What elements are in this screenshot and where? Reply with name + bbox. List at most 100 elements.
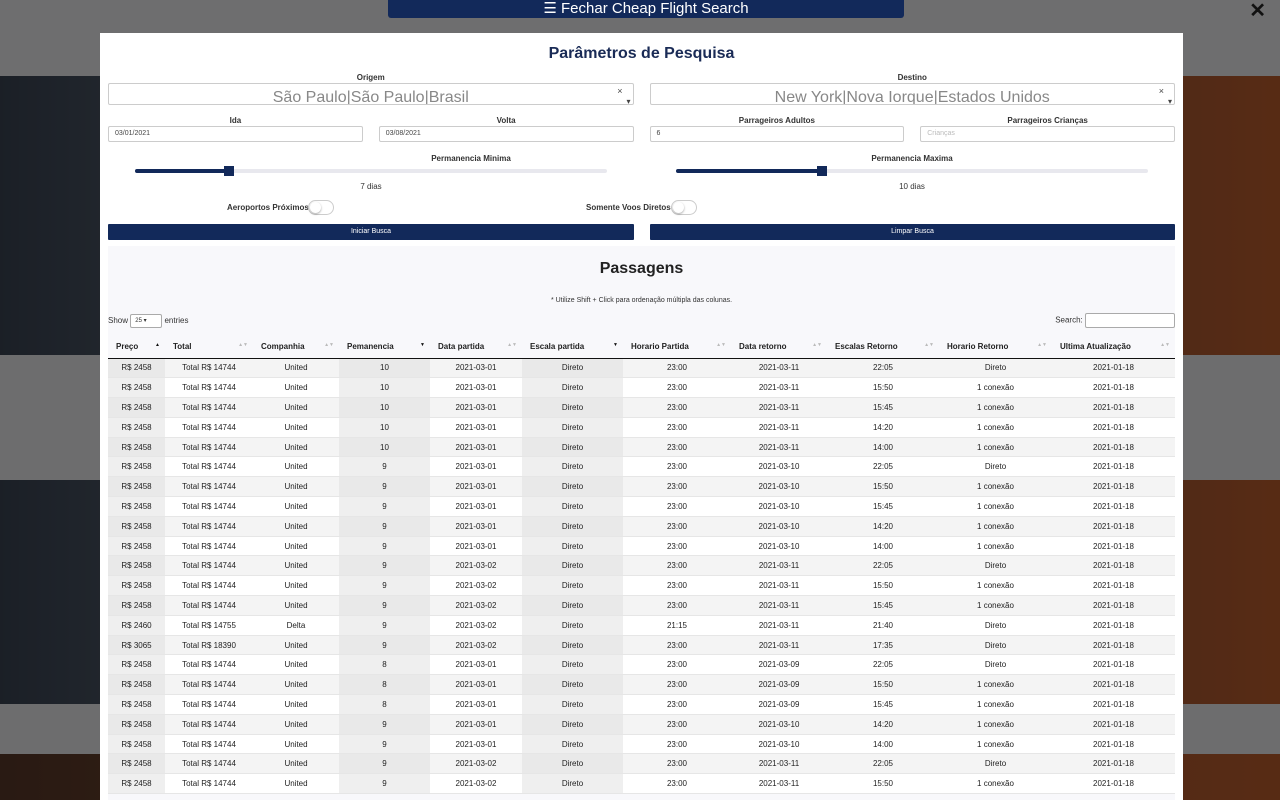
table-row[interactable]: R$ 2458 Total R$ 14744 United 9 2021-03-02 Di… [108, 595, 1175, 616]
criancas-input[interactable]: Crianças [920, 126, 1175, 142]
table-cell: 2021-03-02 [430, 595, 522, 616]
table-cell: 8 [339, 654, 430, 676]
table-cell: 21:40 [827, 615, 939, 636]
table-row[interactable]: R$ 2458 Total R$ 14744 United 9 2021-03-02 Di… [108, 575, 1175, 597]
slider-handle[interactable] [817, 166, 828, 176]
chevron-down-icon[interactable]: ▾ [626, 88, 630, 104]
table-row[interactable]: R$ 2458 Total R$ 14744 United 8 2021-03-01 Di… [108, 674, 1175, 696]
table-cell: 9 [339, 615, 430, 636]
table-row[interactable]: R$ 2458 Total R$ 14744 United 9 2021-03-02 Di… [108, 555, 1175, 577]
table-cell: 1 conexão [939, 674, 1052, 696]
table-cell: 2021-03-10 [731, 476, 827, 498]
table-cell: Direto [522, 377, 623, 399]
column-header[interactable]: Total ▲▼ [165, 336, 253, 359]
table-cell: Total R$ 14744 [165, 377, 253, 399]
table-cell: 2021-03-01 [430, 397, 522, 418]
table-cell: 1 conexão [939, 397, 1052, 418]
column-header[interactable]: Escalas Retorno ▲▼ [827, 336, 939, 359]
table-row[interactable]: R$ 2458 Total R$ 14744 United 10 2021-03-01 D… [108, 377, 1175, 399]
table-cell: 2021-01-18 [1052, 397, 1175, 418]
table-row[interactable]: R$ 3065 Total R$ 18390 United 9 2021-03-02 Di… [108, 635, 1175, 656]
table-row[interactable]: R$ 2458 Total R$ 14744 United 9 2021-03-01 Di… [108, 456, 1175, 478]
diretos-toggle[interactable] [671, 200, 697, 215]
table-cell: 23:00 [623, 694, 731, 715]
column-header[interactable]: Preço ▲ [108, 336, 165, 359]
slider-handle[interactable] [224, 166, 235, 176]
table-cell: Direto [522, 753, 623, 775]
table-row[interactable]: R$ 2458 Total R$ 14744 United 9 2021-03-01 Di… [108, 496, 1175, 517]
column-header[interactable]: Horario Retorno ▲▼ [939, 336, 1052, 359]
table-row[interactable]: R$ 2458 Total R$ 14744 United 10 2021-03-01 D… [108, 397, 1175, 418]
table-row[interactable]: R$ 2458 Total R$ 14744 United 10 2021-03-01 D… [108, 437, 1175, 458]
table-cell: United [253, 734, 339, 755]
results-section: Passagens * Utilize Shift + Click para o… [108, 246, 1175, 800]
clear-icon[interactable]: × [617, 84, 622, 104]
table-cell: R$ 2458 [108, 476, 165, 498]
table-cell: 1 conexão [939, 417, 1052, 438]
table-cell: 2021-03-11 [731, 753, 827, 775]
table-cell: Direto [522, 734, 623, 755]
close-search-button[interactable]: ☰ Fechar Cheap Flight Search [388, 0, 904, 18]
clear-icon[interactable]: × [1159, 84, 1164, 104]
perm-max-slider[interactable] [676, 166, 1148, 176]
table-row[interactable]: R$ 2458 Total R$ 14744 United 9 2021-03-01 Di… [108, 476, 1175, 498]
table-cell: 2021-03-02 [430, 555, 522, 577]
table-row[interactable]: R$ 2458 Total R$ 14744 United 9 2021-03-01 Di… [108, 714, 1175, 735]
table-cell: R$ 2460 [108, 615, 165, 636]
table-cell: 14:00 [827, 437, 939, 458]
close-icon[interactable]: ✕ [1249, 0, 1266, 23]
chevron-down-icon[interactable]: ▾ [1168, 88, 1172, 104]
table-cell: Direto [939, 615, 1052, 636]
table-row[interactable]: R$ 2458 Total R$ 14744 United 9 2021-03-01 Di… [108, 516, 1175, 537]
iniciar-busca-button[interactable]: Iniciar Busca [108, 224, 634, 240]
aeroportos-toggle[interactable] [308, 200, 334, 215]
table-cell: Total R$ 14744 [165, 536, 253, 557]
table-cell: Direto [522, 496, 623, 517]
table-cell: Direto [939, 358, 1052, 379]
table-row[interactable]: R$ 2458 Total R$ 14744 United 9 2021-03-02 Di… [108, 753, 1175, 775]
table-row[interactable]: R$ 2458 Total R$ 14744 United 9 2021-03-01 Di… [108, 734, 1175, 755]
table-cell: 9 [339, 476, 430, 498]
destino-select[interactable]: New York|Nova Iorque|Estados Unidos × ▾ [649, 83, 1175, 105]
table-cell: R$ 2458 [108, 753, 165, 775]
table-row[interactable]: R$ 2458 Total R$ 14744 United 8 2021-03-01 Di… [108, 654, 1175, 676]
perm-min-slider[interactable] [135, 166, 607, 176]
entries-control: Show 25 ▾ entries [108, 314, 189, 328]
table-cell: Direto [522, 417, 623, 438]
column-header[interactable]: Pemanencia ▼ [339, 336, 430, 359]
column-header[interactable]: Escala partida ▼ [522, 336, 623, 359]
column-header[interactable]: Data retorno ▲▼ [731, 336, 827, 359]
table-cell: 1 conexão [939, 437, 1052, 458]
sort-icon: ▲▼ [1160, 342, 1170, 348]
table-cell: Total R$ 14744 [165, 456, 253, 478]
ida-input[interactable]: 03/01/2021 [108, 126, 363, 142]
table-row[interactable]: R$ 2458 Total R$ 14744 United 9 2021-03-02 Di… [108, 773, 1175, 795]
origem-select[interactable]: São Paulo|São Paulo|Brasil × ▾ [108, 83, 634, 105]
table-cell: United [253, 773, 339, 795]
column-header[interactable]: Ultima Atualização ▲▼ [1052, 336, 1175, 359]
table-row[interactable]: R$ 2458 Total R$ 14744 United 9 2021-03-01 Di… [108, 536, 1175, 557]
adultos-input[interactable]: 6 [649, 126, 905, 142]
column-header[interactable]: Data partida ▲▼ [430, 336, 522, 359]
table-row[interactable]: R$ 2458 Total R$ 14744 United 10 2021-03-01 D… [108, 417, 1175, 438]
table-cell: 2021-03-01 [430, 734, 522, 755]
table-row[interactable]: R$ 2458 Total R$ 14744 United 10 2021-03-01 D… [108, 358, 1175, 379]
table-cell: 9 [339, 635, 430, 656]
table-cell: 1 conexão [939, 595, 1052, 616]
entries-select[interactable]: 25 ▾ [130, 314, 163, 328]
table-row[interactable]: R$ 2460 Total R$ 14755 Delta 9 2021-03-02 Dir… [108, 615, 1175, 636]
table-cell: 2021-03-11 [731, 595, 827, 616]
table-cell: 2021-03-10 [731, 456, 827, 478]
sort-icon: ▲▼ [1037, 342, 1047, 348]
table-cell: R$ 2458 [108, 575, 165, 597]
slider-fill [135, 169, 230, 173]
volta-input[interactable]: 03/08/2021 [378, 126, 634, 142]
entries-value: 25 [135, 318, 142, 324]
column-header[interactable]: Horario Partida ▲▼ [623, 336, 731, 359]
column-header[interactable]: Companhia ▲▼ [253, 336, 339, 359]
limpar-busca-button[interactable]: Limpar Busca [650, 224, 1175, 240]
search-input[interactable] [1085, 313, 1175, 328]
table-cell: 2021-01-18 [1052, 476, 1175, 498]
table-row[interactable]: R$ 2458 Total R$ 14744 United 8 2021-03-01 Di… [108, 694, 1175, 715]
table-cell: 1 conexão [939, 734, 1052, 755]
